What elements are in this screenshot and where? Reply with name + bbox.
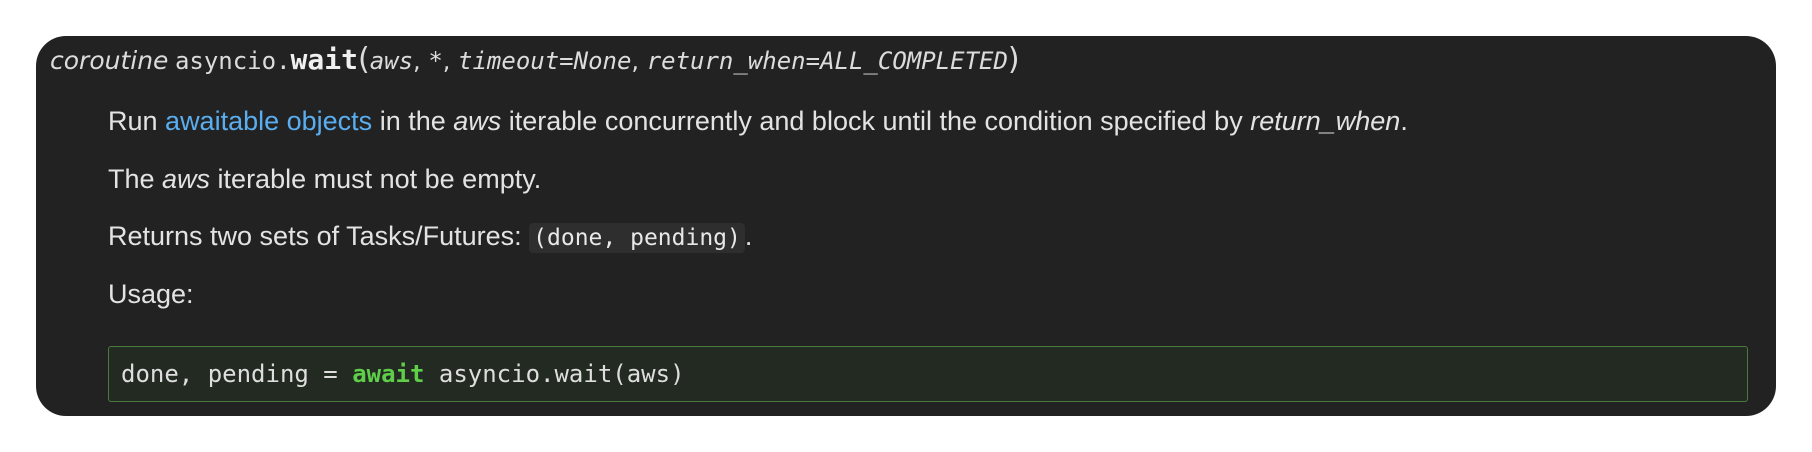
code-keyword-await: await [352, 360, 425, 388]
paragraph-returns: Returns two sets of Tasks/Futures: (done… [108, 221, 753, 253]
code-text-after: asyncio.wait(aws) [424, 360, 685, 388]
signature-open-paren: ( [357, 42, 370, 77]
signature-separator: , [413, 47, 429, 75]
paragraph-description: Run awaitable objects in the aws iterabl… [108, 106, 1408, 136]
param-ref-aws: aws [162, 164, 211, 194]
paragraph-usage: Usage: [108, 279, 194, 309]
param-ref-aws: aws [453, 106, 502, 136]
signature-module: asyncio. [174, 47, 291, 75]
param-ref-return-when: return_when [1250, 106, 1401, 136]
inline-code-done-pending: (done, pending) [529, 223, 745, 253]
signature-separator: , [442, 47, 459, 75]
doc-panel: coroutine asyncio.wait(aws, *, timeout=N… [36, 36, 1776, 416]
signature-separator: , [631, 47, 647, 75]
signature-name: wait [290, 43, 358, 76]
code-example-block: done, pending = await asyncio.wait(aws) [108, 346, 1748, 402]
signature-prefix: coroutine [50, 46, 169, 75]
signature-param-aws: aws [369, 47, 414, 75]
signature-param-star: * [428, 47, 443, 75]
awaitable-objects-link[interactable]: awaitable objects [165, 106, 372, 136]
signature-param-timeout: timeout=None [458, 47, 632, 75]
paragraph-not-empty: The aws iterable must not be empty. [108, 164, 542, 194]
function-signature: coroutine asyncio.wait(aws, *, timeout=N… [50, 40, 1020, 81]
signature-param-return-when: return_when=ALL_COMPLETED [646, 47, 1008, 75]
signature-close-paren: ) [1007, 42, 1020, 77]
code-text-before: done, pending = [121, 360, 353, 388]
